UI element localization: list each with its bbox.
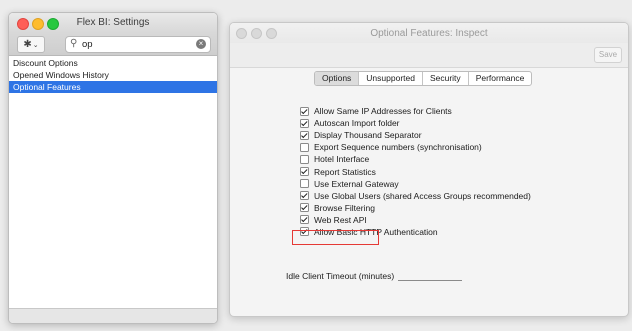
idle-timeout-input[interactable] <box>398 271 463 281</box>
option-row-allow-basic-http-authentication[interactable]: Allow Basic HTTP Authentication <box>300 226 531 238</box>
option-label: Web Rest API <box>314 214 367 225</box>
tab-options[interactable]: Options <box>315 72 360 85</box>
option-row-allow-same-ip-addresses-for-clients[interactable]: Allow Same IP Addresses for Clients <box>300 105 531 117</box>
option-label: Browse Filtering <box>314 202 375 213</box>
option-label: Use External Gateway <box>314 178 399 189</box>
gear-icon: ✱ <box>23 39 32 50</box>
tab-security[interactable]: Security <box>423 72 469 85</box>
report-statistics-checkbox[interactable] <box>300 167 309 177</box>
option-label: Hotel Interface <box>314 154 370 165</box>
inspect-toolbar: Save <box>230 43 628 68</box>
option-row-browse-filtering[interactable]: Browse Filtering <box>300 202 531 214</box>
options-list: Allow Same IP Addresses for Clients Autos… <box>300 105 531 238</box>
list-item-discount-options[interactable]: Discount Options <box>9 57 217 69</box>
export-sequence-numbers-synchronisation-checkbox[interactable] <box>300 142 309 152</box>
idle-timeout-label: Idle Client Timeout (minutes) <box>286 271 395 281</box>
settings-toolbar: ✱⌄ ⚲ op × <box>9 33 217 56</box>
option-label: Export Sequence numbers (synchronisation… <box>314 142 482 153</box>
option-label: Report Statistics <box>314 166 376 177</box>
inspect-window-title: Optional Features: Inspect <box>370 28 488 39</box>
option-row-export-sequence-numbers-synchronisation[interactable]: Export Sequence numbers (synchronisation… <box>300 141 531 153</box>
option-row-display-thousand-separator[interactable]: Display Thousand Separator <box>300 129 531 141</box>
inspect-content: Options Unsupported Security Performance Al… <box>230 68 628 316</box>
hotel-interface-checkbox[interactable] <box>300 154 309 164</box>
option-row-use-external-gateway[interactable]: Use External Gateway <box>300 178 531 190</box>
use-global-users-shared-access-groups-recommended-checkbox[interactable] <box>300 191 309 201</box>
search-input[interactable]: op <box>82 39 93 50</box>
save-button[interactable]: Save <box>594 47 622 63</box>
settings-list: Discount Options Opened Windows History Op… <box>9 57 217 93</box>
option-label: Autoscan Import folder <box>314 118 400 129</box>
browse-filtering-checkbox[interactable] <box>300 203 309 213</box>
settings-bottom-bar <box>9 308 217 323</box>
chevron-down-icon: ⌄ <box>32 42 39 49</box>
settings-window-title: Flex BI: Settings <box>76 17 150 28</box>
option-row-use-global-users-shared-access-groups-recommended[interactable]: Use Global Users (shared Access Groups r… <box>300 190 531 202</box>
option-row-web-rest-api[interactable]: Web Rest API <box>300 214 531 226</box>
use-external-gateway-checkbox[interactable] <box>300 179 309 189</box>
option-row-hotel-interface[interactable]: Hotel Interface <box>300 153 531 165</box>
list-item-optional-features[interactable]: Optional Features <box>9 81 217 93</box>
clear-search-icon[interactable]: × <box>196 39 206 49</box>
option-label: Allow Basic HTTP Authentication <box>314 226 438 237</box>
web-rest-api-checkbox[interactable] <box>300 215 309 225</box>
option-label: Display Thousand Separator <box>314 130 422 141</box>
display-thousand-separator-checkbox[interactable] <box>300 130 309 140</box>
inspect-titlebar: Optional Features: Inspect <box>230 23 628 43</box>
autoscan-import-folder-checkbox[interactable] <box>300 118 309 128</box>
option-label: Use Global Users (shared Access Groups r… <box>314 190 531 201</box>
tab-bar: Options Unsupported Security Performance <box>314 71 533 86</box>
list-item-opened-windows-history[interactable]: Opened Windows History <box>9 69 217 81</box>
option-label: Allow Same IP Addresses for Clients <box>314 106 452 117</box>
inspect-window: Optional Features: Inspect Save Options U… <box>229 22 629 317</box>
tab-unsupported[interactable]: Unsupported <box>359 72 423 85</box>
allow-basic-http-authentication-checkbox[interactable] <box>300 227 309 237</box>
allow-same-ip-addresses-for-clients-checkbox[interactable] <box>300 106 309 116</box>
option-row-autoscan-import-folder[interactable]: Autoscan Import folder <box>300 117 531 129</box>
settings-titlebar: Flex BI: Settings <box>9 13 217 33</box>
tab-performance[interactable]: Performance <box>469 72 532 85</box>
settings-window: Flex BI: Settings ✱⌄ ⚲ op × Discount Opt… <box>8 12 218 324</box>
idle-timeout-row: Idle Client Timeout (minutes) <box>286 271 463 281</box>
search-icon: ⚲ <box>70 38 78 49</box>
action-menu-button[interactable]: ✱⌄ <box>17 36 45 53</box>
search-field[interactable]: ⚲ op × <box>65 36 211 53</box>
option-row-report-statistics[interactable]: Report Statistics <box>300 165 531 177</box>
